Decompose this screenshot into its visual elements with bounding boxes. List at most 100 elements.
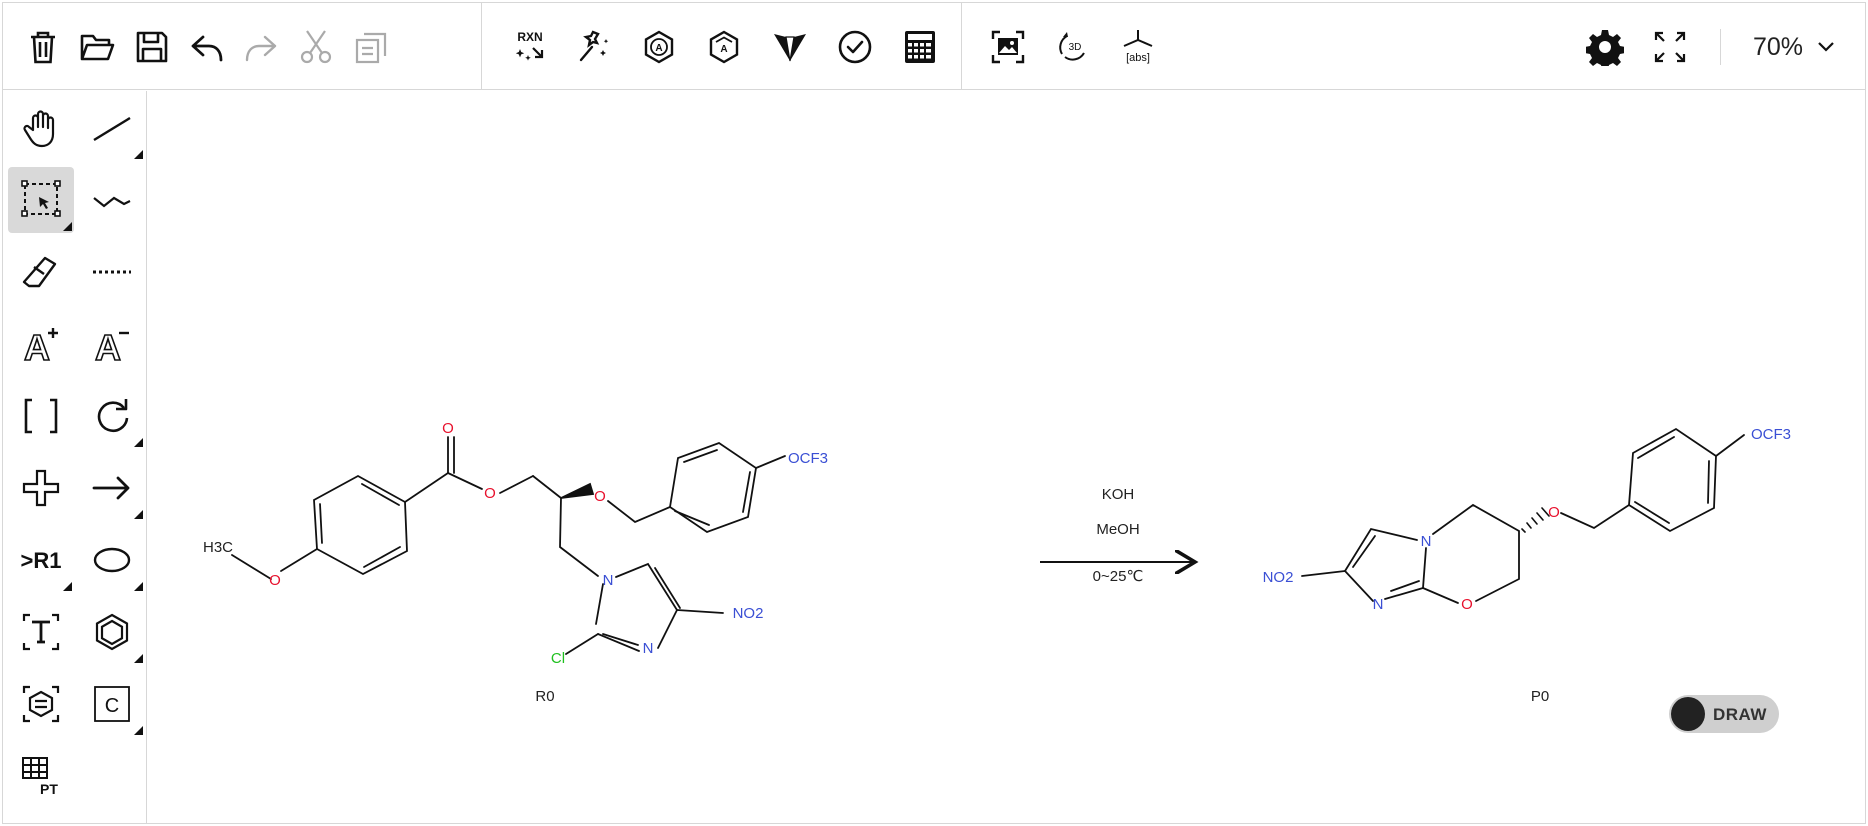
calculate-cip-button[interactable] [768, 25, 812, 69]
reaction-scheme: O O O O H3C OCF3 N N NO2 Cl R0 KOH MeOH … [203, 420, 1791, 705]
clear-canvas-button[interactable] [21, 25, 65, 69]
arrow-right-icon [92, 476, 130, 500]
atom-ocf3[interactable]: OCF3 [1751, 426, 1791, 443]
atom-n3[interactable]: N [643, 640, 654, 657]
open-file-button[interactable] [75, 25, 119, 69]
svg-text:>R1: >R1 [21, 548, 62, 573]
reactant-label[interactable]: R0 [535, 688, 554, 705]
benzene-icon [95, 613, 129, 651]
eraser-button[interactable] [8, 239, 74, 305]
atom-o-ester[interactable]: O [484, 485, 496, 502]
3d-viewer-button[interactable]: 3D [1051, 25, 1095, 69]
r-group-button[interactable]: >R1 [8, 527, 74, 593]
text-tool-button[interactable] [8, 599, 74, 665]
atom-cl[interactable]: Cl [551, 650, 565, 667]
cip-icon [774, 34, 806, 62]
draw-toggle-label: DRAW [1713, 705, 1767, 724]
r-group-icon: >R1 [21, 548, 62, 573]
chevron-down-icon [1818, 42, 1834, 52]
abs-stereo-icon: [abs] [1123, 30, 1153, 64]
carbon-atom-button[interactable]: C [79, 671, 145, 737]
charge-minus-icon: A [94, 326, 129, 366]
periodic-table-button[interactable]: PT [8, 743, 74, 809]
atom-n-ring[interactable]: N [1373, 596, 1384, 613]
atom-o-ether[interactable]: O [1548, 504, 1560, 521]
aromatize-button[interactable]: A [637, 25, 681, 69]
atom-o-carbonyl[interactable]: O [442, 420, 454, 437]
cut-button[interactable] [294, 25, 338, 69]
drawing-canvas[interactable]: O O O O H3C OCF3 N N NO2 Cl R0 KOH MeOH … [148, 91, 1865, 823]
reaction-plus-button[interactable] [8, 455, 74, 521]
reactant-molecule[interactable] [231, 436, 786, 655]
atom-o-ether[interactable]: O [594, 488, 606, 505]
svg-text:A: A [655, 43, 662, 54]
save-icon [136, 31, 168, 63]
draw-mode-toggle[interactable]: DRAW [1669, 695, 1779, 733]
dotted-bond-button[interactable] [79, 239, 145, 305]
top-toolbar: RXN A A 3D [abs] 70% [3, 3, 1865, 90]
shape-ellipse-button[interactable] [79, 527, 145, 593]
sgroup-bracket-button[interactable] [8, 383, 74, 449]
undo-icon [191, 35, 223, 62]
magic-wand-icon [579, 30, 609, 62]
settings-button[interactable] [1583, 25, 1627, 69]
atom-n-bridge[interactable]: N [1421, 533, 1432, 550]
condition-temperature: 0~25℃ [1093, 568, 1144, 585]
dearomatize-button[interactable]: A [702, 25, 746, 69]
text-icon [22, 613, 60, 651]
atom-ocf3[interactable]: OCF3 [788, 450, 828, 467]
single-bond-button[interactable] [79, 95, 145, 161]
wavy-bond-icon [93, 196, 131, 208]
submenu-indicator [134, 654, 143, 663]
reaction-conditions[interactable]: KOH MeOH 0~25℃ [1093, 486, 1144, 585]
atom-o-methoxy[interactable]: O [269, 572, 281, 589]
undo-button[interactable] [185, 25, 229, 69]
fullscreen-icon [1654, 31, 1686, 63]
check-circle-icon [838, 30, 872, 64]
calculator-icon [905, 31, 935, 63]
single-bond-icon [93, 116, 131, 142]
eraser-icon [22, 256, 57, 288]
product-molecule[interactable] [1301, 427, 1745, 604]
template-library-button[interactable] [8, 671, 74, 737]
atom-no2[interactable]: NO2 [733, 605, 764, 622]
atom-n1[interactable]: N [603, 572, 614, 589]
reactant-atom-labels: O O O O H3C OCF3 N N NO2 Cl [203, 420, 828, 667]
trash-icon [31, 31, 55, 64]
hand-tool-button[interactable] [8, 95, 74, 161]
zoom-dropdown[interactable]: 70% [1753, 29, 1837, 65]
benzene-template-button[interactable] [79, 599, 145, 665]
save-file-button[interactable] [130, 25, 174, 69]
fullscreen-button[interactable] [1648, 25, 1692, 69]
svg-text:A: A [24, 327, 50, 366]
atom-o-ring[interactable]: O [1461, 596, 1473, 613]
scissors-icon [300, 30, 332, 64]
rectangle-select-button[interactable] [8, 167, 74, 233]
clean-up-button[interactable] [573, 25, 617, 69]
charge-plus-icon: A [23, 326, 58, 366]
left-toolbar: A A >R1 C PT [3, 91, 147, 823]
copy-button[interactable] [349, 25, 393, 69]
atom-methyl[interactable]: H3C [203, 539, 233, 556]
any-bond-button[interactable] [79, 167, 145, 233]
stereo-abs-button[interactable]: [abs] [1116, 25, 1160, 69]
reaction-arrow-button[interactable] [79, 455, 145, 521]
atom-no2[interactable]: NO2 [1263, 569, 1294, 586]
recognize-image-button[interactable] [986, 25, 1030, 69]
charge-plus-button[interactable]: A [8, 311, 74, 377]
rotate-button[interactable] [79, 383, 145, 449]
product-label[interactable]: P0 [1531, 688, 1549, 705]
dearomatize-icon: A [709, 30, 739, 64]
charge-minus-button[interactable]: A [79, 311, 145, 377]
plus-icon [22, 469, 60, 507]
periodic-table-icon: PT [22, 757, 58, 797]
submenu-indicator [134, 438, 143, 447]
hand-icon [23, 110, 55, 148]
brackets-icon [24, 398, 58, 434]
check-structure-button[interactable] [833, 25, 877, 69]
redo-button[interactable] [239, 25, 283, 69]
condition-reagent: KOH [1102, 486, 1135, 503]
submenu-indicator [134, 510, 143, 519]
reaction-auto-map-button[interactable]: RXN [508, 25, 552, 69]
calculated-values-button[interactable] [898, 25, 942, 69]
